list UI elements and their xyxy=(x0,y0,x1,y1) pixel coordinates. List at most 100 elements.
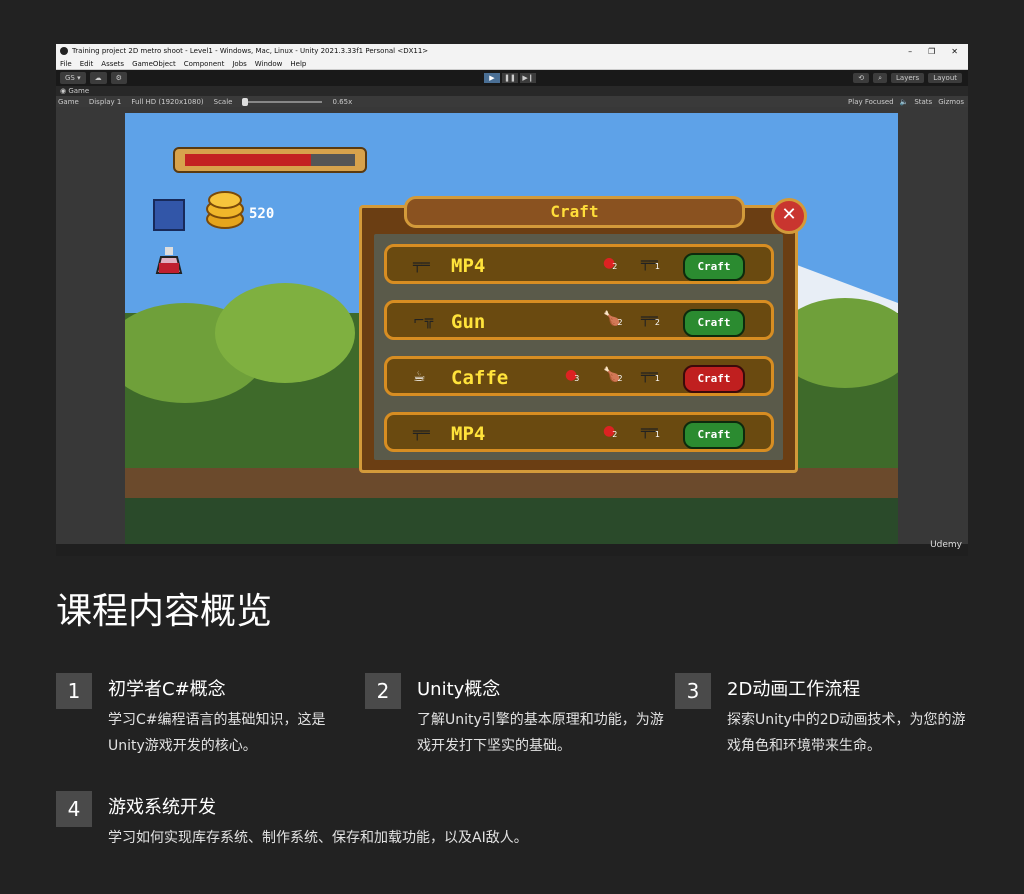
topic-number: 2 xyxy=(365,673,401,709)
game-tab-label: Game xyxy=(68,87,90,95)
menu-file[interactable]: File xyxy=(60,60,72,68)
ingredient-drumstick-icon: 🍗2 xyxy=(603,311,623,327)
coffee-icon: ☕ xyxy=(413,369,426,385)
scale-value: 0.65x xyxy=(332,97,353,106)
stats-button[interactable]: Stats xyxy=(914,98,932,106)
toolbar-right: ⟲ ⌕ Layers Layout xyxy=(853,73,962,83)
craft-recipe-row: ⌐╦ Gun 🍗2 ╤═2 Craft xyxy=(384,300,774,340)
craft-button[interactable]: Craft xyxy=(683,421,745,449)
craft-button[interactable]: Craft xyxy=(683,253,745,281)
scale-slider-handle[interactable] xyxy=(242,97,249,106)
menu-assets[interactable]: Assets xyxy=(101,60,124,68)
craft-button[interactable]: Craft xyxy=(683,365,745,393)
menu-bar: File Edit Assets GameObject Component Jo… xyxy=(56,58,968,70)
unity-logo-icon xyxy=(60,47,68,55)
view-select-dropdown[interactable]: Game xyxy=(58,98,79,106)
resolution-dropdown[interactable]: Full HD (1920x1080) xyxy=(131,98,203,106)
ingredient-count: 3 xyxy=(574,374,580,383)
save-icon[interactable] xyxy=(153,199,185,231)
game-view-toolbar: Game Display 1 Full HD (1920x1080) Scale… xyxy=(56,96,968,107)
close-window-button[interactable]: ✕ xyxy=(951,47,958,56)
watermark: Udemy xyxy=(930,540,962,550)
history-icon[interactable]: ⟲ xyxy=(853,73,870,83)
game-viewport[interactable]: 520 Craft ✕ ╤═ MP4 ●2 ╤═1 Craft ⌐╦ Gun 🍗2 ╤═2 Cra… xyxy=(125,113,898,544)
health-bar xyxy=(173,147,367,173)
topic-description: 学习C#编程语言的基础知识，这是Unity游戏开发的核心。 xyxy=(108,712,326,754)
menu-help[interactable]: Help xyxy=(290,60,306,68)
topic-number: 3 xyxy=(675,673,711,709)
craft-recipe-row: ☕ Caffe ●3 🍗2 ╤═1 Craft xyxy=(384,356,774,396)
step-button[interactable]: ▶❙ xyxy=(520,73,536,83)
recipe-name: MP4 xyxy=(451,423,486,445)
ingredient-rifle-icon: ╤═1 xyxy=(641,423,660,439)
cloud-icon[interactable]: ☁ xyxy=(89,72,107,84)
topic-title: 初学者C#概念 xyxy=(108,679,226,700)
play-focused-dropdown[interactable]: Play Focused xyxy=(848,98,894,106)
recipe-name: MP4 xyxy=(451,255,486,277)
topic-number: 1 xyxy=(56,673,92,709)
menu-gameobject[interactable]: GameObject xyxy=(132,60,176,68)
playmode-controls: ▶ ❚❚ ▶❙ xyxy=(484,73,536,83)
topic-description: 探索Unity中的2D动画技术，为您的游戏角色和环境带来生命。 xyxy=(727,712,966,754)
ingredient-apple-icon: ●2 xyxy=(603,255,617,271)
craft-recipe-row: ╤═ MP4 ●2 ╤═1 Craft xyxy=(384,244,774,284)
search-icon[interactable]: ⌕ xyxy=(873,73,888,83)
ingredient-rifle-icon: ╤═1 xyxy=(641,367,660,383)
tab-game[interactable]: ◉ Game xyxy=(56,86,968,96)
rifle-icon: ╤═ xyxy=(413,425,430,441)
account-dropdown[interactable]: GS ▾ xyxy=(60,72,86,84)
topic-title: Unity概念 xyxy=(417,679,501,700)
page-title: 课程内容概览 xyxy=(56,591,273,632)
collab-icon[interactable]: ⚙ xyxy=(110,72,127,84)
menu-component[interactable]: Component xyxy=(184,60,225,68)
topic-description: 了解Unity引擎的基本原理和功能，为游戏开发打下坚实的基础。 xyxy=(417,712,664,754)
menu-jobs[interactable]: Jobs xyxy=(232,60,246,68)
ingredient-count: 1 xyxy=(654,430,660,439)
recipe-name: Gun xyxy=(451,311,486,333)
topic-title: 游戏系统开发 xyxy=(108,797,216,818)
craft-recipe-row: ╤═ MP4 ●2 ╤═1 Craft xyxy=(384,412,774,452)
ingredient-count: 1 xyxy=(654,262,660,271)
recipe-name: Caffe xyxy=(451,367,509,389)
main-toolbar: GS ▾ ☁ ⚙ ▶ ❚❚ ▶❙ ⟲ ⌕ Layers Layout xyxy=(56,70,968,86)
scale-slider[interactable] xyxy=(242,97,323,106)
ingredient-drumstick-icon: 🍗2 xyxy=(603,367,623,383)
ingredient-count: 2 xyxy=(617,318,623,327)
topic-number: 4 xyxy=(56,791,92,827)
topic-description: 学习如何实现库存系统、制作系统、保存和加载功能，以及AI敌人。 xyxy=(108,830,528,846)
ingredient-apple-icon: ●3 xyxy=(565,367,579,383)
craft-button[interactable]: Craft xyxy=(683,309,745,337)
game-view-footer xyxy=(56,544,968,556)
coin-count: 520 xyxy=(249,206,275,222)
potion-icon[interactable] xyxy=(153,247,185,275)
close-craft-button[interactable]: ✕ xyxy=(771,198,807,234)
scale-label: Scale xyxy=(213,97,233,106)
ingredient-count: 2 xyxy=(617,374,623,383)
gizmos-dropdown[interactable]: Gizmos xyxy=(938,98,964,106)
window-titlebar: Training project 2D metro shoot - Level1… xyxy=(56,44,968,58)
rifle-icon: ╤═ xyxy=(413,257,430,273)
layers-dropdown[interactable]: Layers xyxy=(891,73,925,83)
menu-edit[interactable]: Edit xyxy=(80,60,94,68)
display-dropdown[interactable]: Display 1 xyxy=(89,98,121,106)
window-title: Training project 2D metro shoot - Level1… xyxy=(72,47,429,55)
ingredient-count: 2 xyxy=(612,262,618,271)
mute-audio-icon[interactable]: 🔈 xyxy=(900,98,909,106)
craft-panel-title: Craft xyxy=(404,196,745,228)
ingredient-apple-icon: ●2 xyxy=(603,423,617,439)
ingredient-count: 2 xyxy=(612,430,618,439)
topic-title: 2D动画工作流程 xyxy=(727,679,861,700)
minimize-button[interactable]: – xyxy=(908,47,912,56)
ingredient-count: 1 xyxy=(654,374,660,383)
window-controls: – ❐ ✕ xyxy=(908,47,958,56)
ingredient-rifle-icon: ╤═1 xyxy=(641,255,660,271)
craft-panel: Craft ✕ ╤═ MP4 ●2 ╤═1 Craft ⌐╦ Gun 🍗2 ╤═2 Craft ☕ C… xyxy=(359,196,807,473)
unity-editor-window: Training project 2D metro shoot - Level1… xyxy=(56,44,968,556)
play-button[interactable]: ▶ xyxy=(484,73,500,83)
menu-window[interactable]: Window xyxy=(255,60,283,68)
maximize-button[interactable]: ❐ xyxy=(928,47,935,56)
ingredient-rifle-icon: ╤═2 xyxy=(641,311,660,327)
layout-dropdown[interactable]: Layout xyxy=(928,73,962,83)
health-fill xyxy=(185,154,311,166)
pause-button[interactable]: ❚❚ xyxy=(502,73,518,83)
